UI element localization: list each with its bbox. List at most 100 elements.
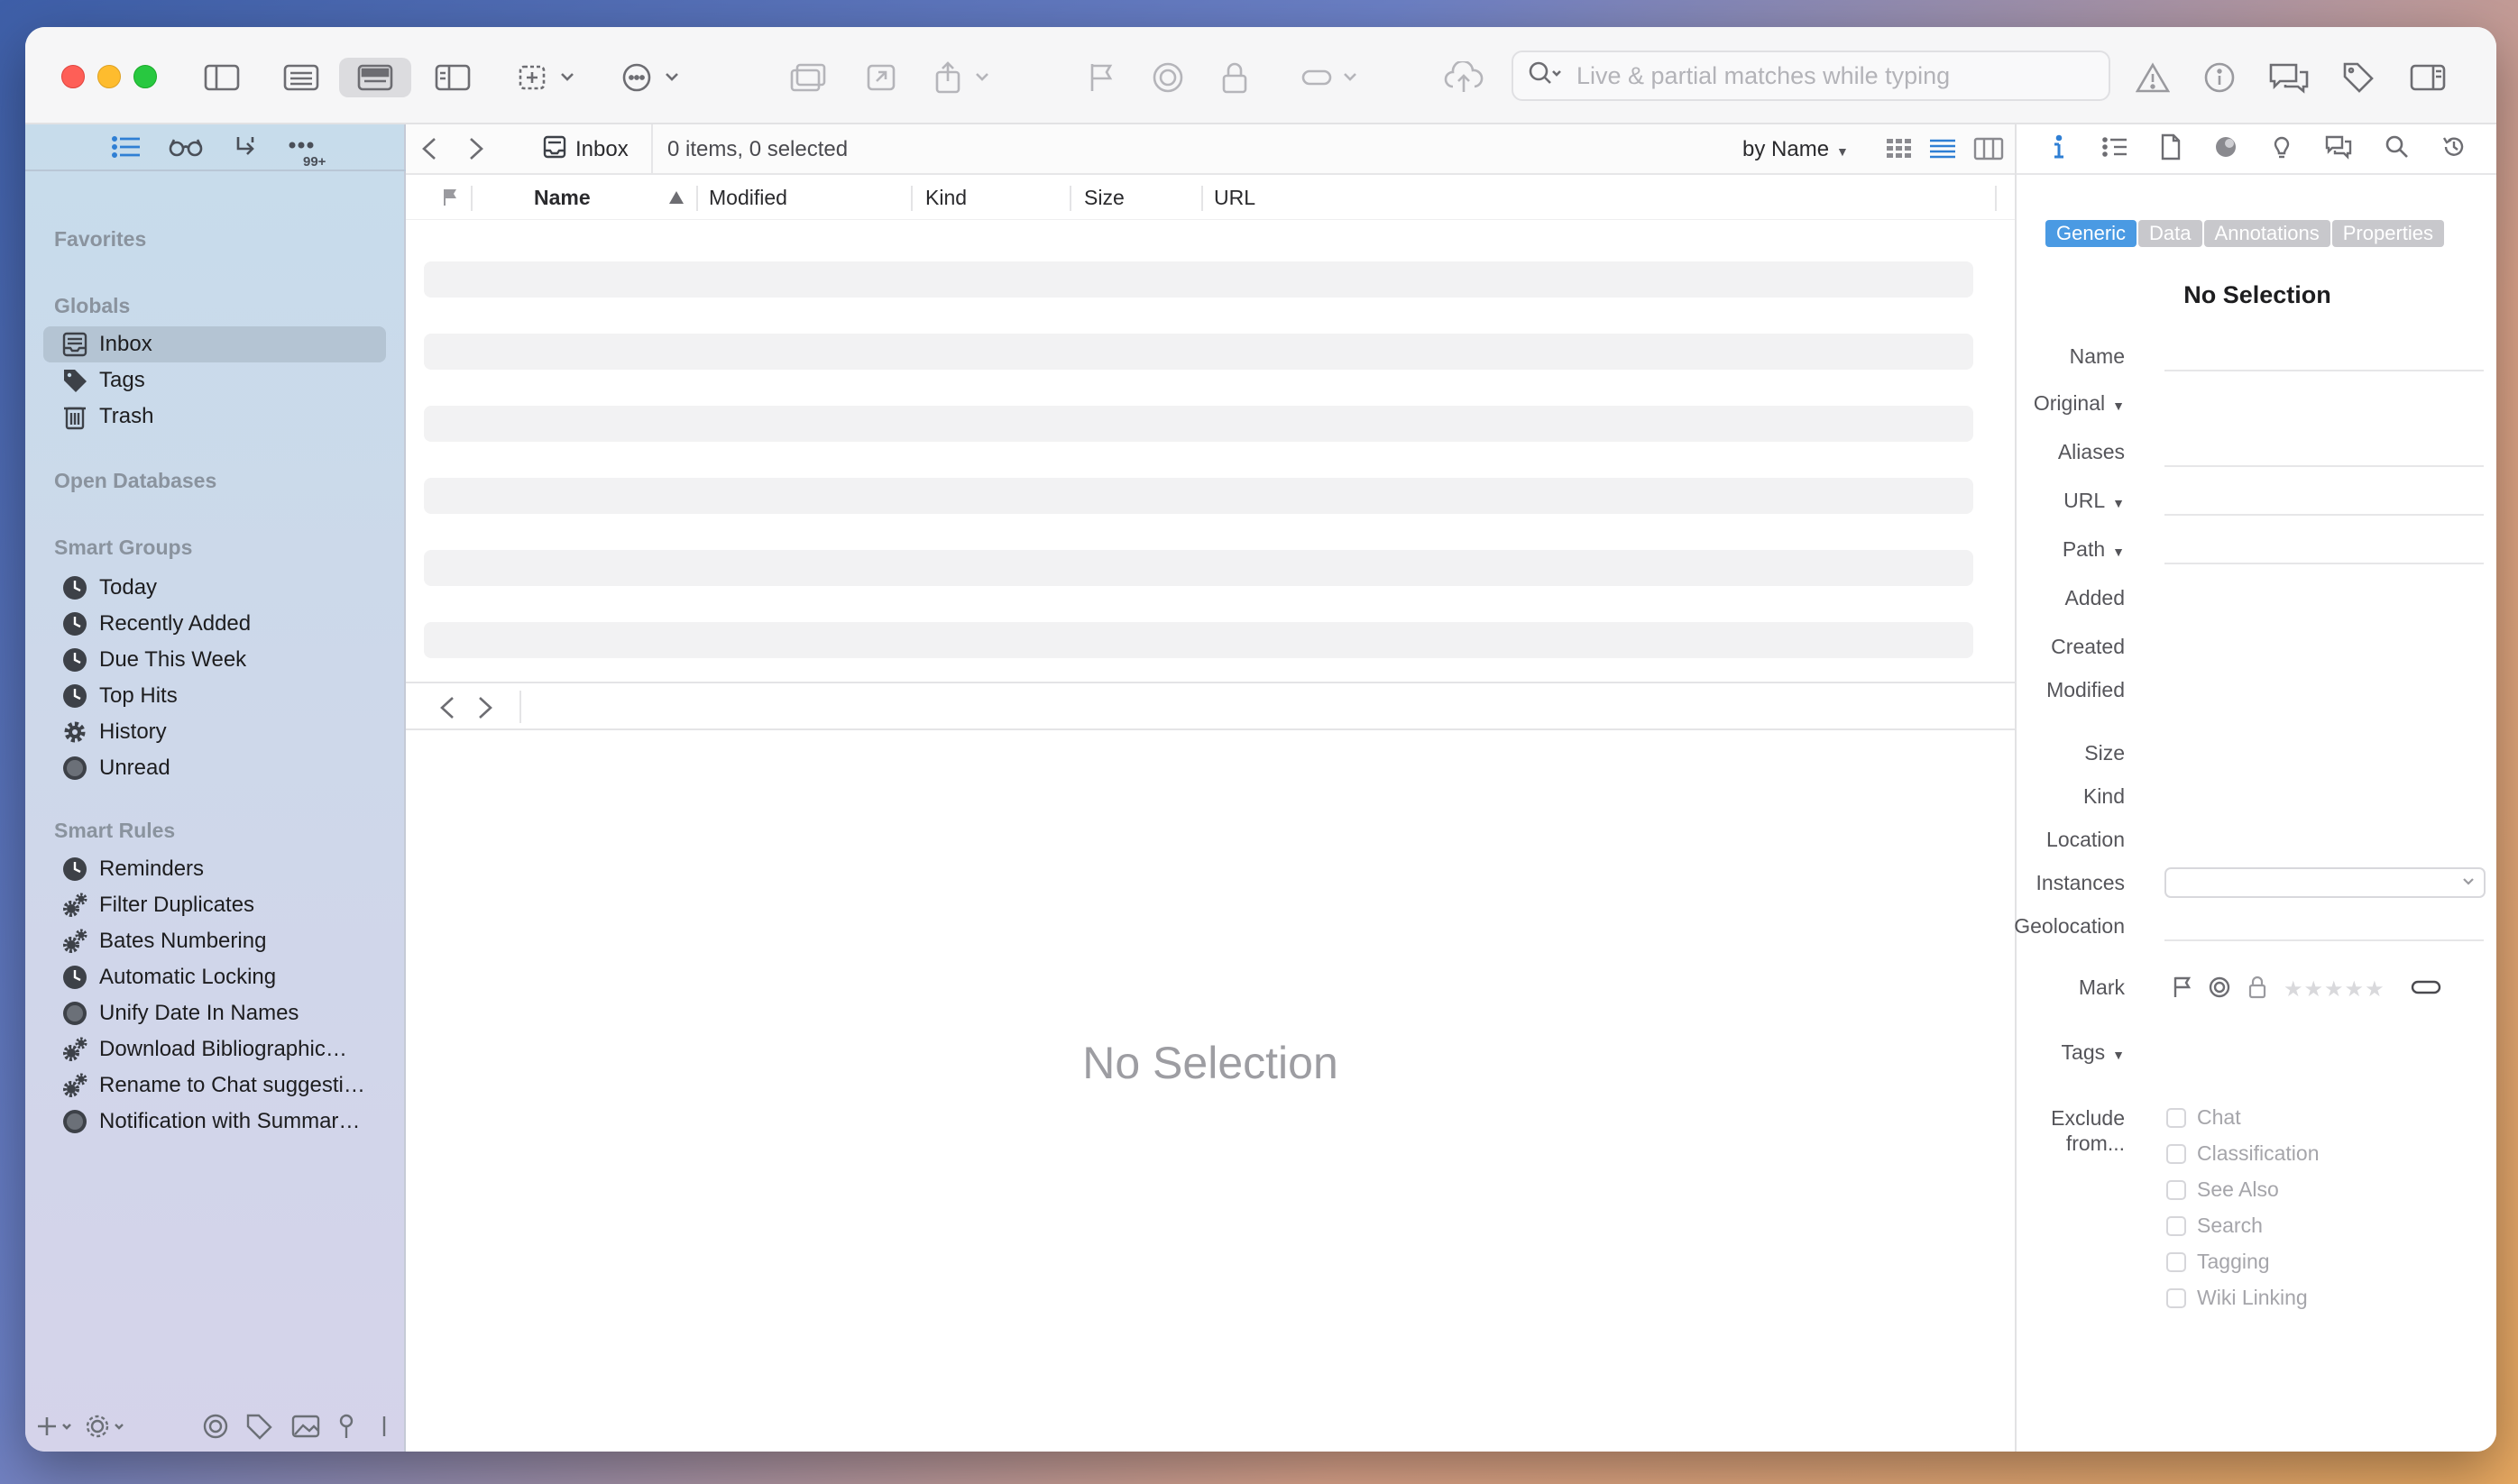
import-icon[interactable] xyxy=(227,131,263,163)
segment-annotations[interactable]: Annotations xyxy=(2203,220,2330,247)
maximize-window-button[interactable] xyxy=(133,65,157,88)
checkbox-box[interactable] xyxy=(2166,1107,2186,1128)
sidebar-item-notification-with-summar[interactable]: Notification with Summar… xyxy=(43,1104,386,1140)
sort-menu[interactable]: by Name ▼ xyxy=(1742,137,1849,162)
history-tab-icon[interactable] xyxy=(2441,134,2467,164)
segment-data[interactable]: Data xyxy=(2138,220,2202,247)
flag-icon[interactable] xyxy=(2172,976,2192,1003)
unread-icon[interactable] xyxy=(1145,58,1190,97)
navigate-list-icon[interactable] xyxy=(108,131,144,163)
exclude-chat-checkbox[interactable]: Chat xyxy=(2166,1105,2241,1130)
view-list-selected-icon[interactable] xyxy=(1928,137,1957,165)
lock-icon[interactable] xyxy=(1212,58,1257,97)
view-icons-icon[interactable] xyxy=(1885,137,1914,165)
sidebar-item-top-hits[interactable]: Top Hits xyxy=(43,678,386,714)
image-filter-icon[interactable] xyxy=(290,1413,321,1446)
view-widescreen-icon[interactable] xyxy=(427,58,478,97)
search-field[interactable] xyxy=(1512,50,2110,101)
duplicate-icon[interactable] xyxy=(783,58,833,97)
view-split-icon[interactable] xyxy=(339,58,411,97)
column-modified[interactable]: Modified xyxy=(709,186,787,210)
minimize-window-button[interactable] xyxy=(97,65,121,88)
exclude-tagging-checkbox[interactable]: Tagging xyxy=(2166,1250,2270,1274)
column-name[interactable]: Name xyxy=(534,186,591,210)
sidebar-item-history[interactable]: History xyxy=(43,714,386,750)
path-location[interactable]: Inbox xyxy=(575,137,629,162)
checkbox-box[interactable] xyxy=(2166,1143,2186,1164)
back-icon[interactable] xyxy=(437,694,458,726)
label-path[interactable]: Path ▼ xyxy=(2063,537,2125,562)
action-gear-icon[interactable] xyxy=(85,1413,130,1446)
search-tab-icon[interactable] xyxy=(2385,134,2410,164)
flag-icon[interactable] xyxy=(1079,58,1124,97)
sidebar-item-today[interactable]: Today xyxy=(43,570,386,606)
see-also-tab-icon[interactable] xyxy=(2271,133,2293,165)
segment-properties[interactable]: Properties xyxy=(2331,220,2445,247)
sidebar-item-rename-to-chat-suggesti[interactable]: Rename to Chat suggesti… xyxy=(43,1067,386,1104)
chat-icon[interactable] xyxy=(2264,58,2314,97)
reading-glasses-icon[interactable] xyxy=(168,131,204,163)
sidebar-item-inbox[interactable]: Inbox xyxy=(43,326,386,362)
flag-column-icon[interactable] xyxy=(442,188,460,212)
outline-tab-icon[interactable] xyxy=(2101,135,2128,163)
view-list-icon[interactable] xyxy=(276,58,326,97)
column-kind[interactable]: Kind xyxy=(925,186,967,210)
checkbox-box[interactable] xyxy=(2166,1215,2186,1236)
sidebar-item-bates-numbering[interactable]: Bates Numbering xyxy=(43,923,386,959)
cloud-upload-icon[interactable] xyxy=(1439,58,1488,97)
checkbox-box[interactable] xyxy=(2166,1287,2186,1308)
url-field[interactable] xyxy=(2164,485,2484,516)
checkbox-box[interactable] xyxy=(2166,1251,2186,1272)
unread-icon[interactable] xyxy=(2208,976,2231,1003)
label-original[interactable]: Original ▼ xyxy=(2034,391,2125,416)
chat-tab-icon[interactable] xyxy=(2324,134,2353,164)
resize-handle-icon[interactable] xyxy=(379,1413,390,1446)
instances-dropdown[interactable] xyxy=(2164,867,2486,898)
close-window-button[interactable] xyxy=(61,65,85,88)
lock-icon[interactable] xyxy=(2247,976,2267,1003)
sidebar-item-unread[interactable]: Unread xyxy=(43,750,386,786)
document-tab-icon[interactable] xyxy=(2160,133,2182,165)
sidebar-item-unify-date-in-names[interactable]: Unify Date In Names xyxy=(43,995,386,1031)
label-color-icon[interactable] xyxy=(2411,977,2441,1002)
tag-icon[interactable] xyxy=(2336,58,2381,97)
rating-stars[interactable]: ★★★★★ xyxy=(2284,976,2385,1003)
exclude-wiki-linking-checkbox[interactable]: Wiki Linking xyxy=(2166,1286,2308,1310)
sidebar-item-due-this-week[interactable]: Due This Week xyxy=(43,642,386,678)
segment-generic[interactable]: Generic xyxy=(2045,220,2137,247)
sidebar-item-recently-added[interactable]: Recently Added xyxy=(43,606,386,642)
unread-filter-icon[interactable] xyxy=(202,1413,229,1446)
open-external-icon[interactable] xyxy=(857,58,907,97)
tags-overview-icon[interactable]: 99+ xyxy=(287,131,326,169)
sidebar-item-reminders[interactable]: Reminders xyxy=(43,851,386,887)
add-icon[interactable] xyxy=(36,1414,76,1445)
sidebar-item-download-bibliographic[interactable]: Download Bibliographic… xyxy=(43,1031,386,1067)
sidebar-item-trash[interactable]: Trash xyxy=(43,398,386,435)
label-tags[interactable]: Tags ▼ xyxy=(2062,1040,2125,1065)
label-url[interactable]: URL ▼ xyxy=(2063,489,2125,513)
forward-icon[interactable] xyxy=(465,135,487,167)
sidebar-item-tags[interactable]: Tags xyxy=(43,362,386,398)
more-actions-icon[interactable] xyxy=(617,58,689,97)
info-tab-icon[interactable] xyxy=(2048,133,2070,165)
concordance-tab-icon[interactable] xyxy=(2213,134,2238,164)
path-field[interactable] xyxy=(2164,534,2484,564)
tag-filter-icon[interactable] xyxy=(245,1413,272,1446)
warning-icon[interactable] xyxy=(2130,58,2175,97)
exclude-search-checkbox[interactable]: Search xyxy=(2166,1214,2263,1238)
name-field[interactable] xyxy=(2164,341,2484,371)
inspector-toggle-icon[interactable] xyxy=(2403,58,2453,97)
sidebar-toggle-icon[interactable] xyxy=(198,58,245,97)
new-item-icon[interactable] xyxy=(512,58,584,97)
column-size[interactable]: Size xyxy=(1084,186,1125,210)
aliases-field[interactable] xyxy=(2164,436,2484,467)
share-icon[interactable] xyxy=(927,58,999,97)
search-input[interactable] xyxy=(1576,61,2100,90)
view-columns-icon[interactable] xyxy=(1973,137,2004,165)
exclude-classification-checkbox[interactable]: Classification xyxy=(2166,1141,2320,1166)
forward-icon[interactable] xyxy=(474,694,496,726)
exclude-see-also-checkbox[interactable]: See Also xyxy=(2166,1177,2279,1202)
column-url[interactable]: URL xyxy=(1214,186,1255,210)
back-icon[interactable] xyxy=(418,135,440,167)
sidebar-item-filter-duplicates[interactable]: Filter Duplicates xyxy=(43,887,386,923)
